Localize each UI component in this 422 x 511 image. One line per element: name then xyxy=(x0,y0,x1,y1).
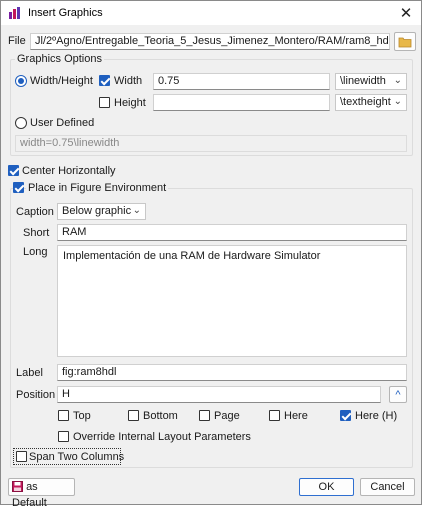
window-title: Insert Graphics xyxy=(28,7,103,19)
bottom-checkbox[interactable] xyxy=(128,410,139,421)
center-horizontally-checkbox[interactable] xyxy=(8,165,19,176)
page-label: Page xyxy=(214,410,240,422)
folder-icon xyxy=(398,37,412,48)
height-checkbox[interactable] xyxy=(99,97,110,108)
width-input[interactable]: 0.75 xyxy=(153,73,330,90)
span-two-columns-checkbox[interactable] xyxy=(16,451,27,462)
here-h-label: Here (H) xyxy=(355,410,398,422)
height-label: Height xyxy=(114,97,146,109)
short-label: Short xyxy=(23,227,50,239)
ok-label: OK xyxy=(318,481,335,493)
chevron-down-icon: ⌄ xyxy=(393,75,402,86)
close-button[interactable]: ✕ xyxy=(391,1,421,25)
height-input[interactable] xyxy=(153,94,330,111)
app-icon xyxy=(8,6,22,20)
height-unit-select[interactable]: \textheight ⌄ xyxy=(335,94,407,111)
chevron-down-icon: ⌄ xyxy=(132,205,141,216)
width-unit-value: \linewidth xyxy=(340,75,386,87)
width-height-label: Width/Height xyxy=(30,75,93,87)
top-checkbox[interactable] xyxy=(58,410,69,421)
width-label: Width xyxy=(114,75,143,87)
chevron-down-icon: ⌄ xyxy=(393,96,402,107)
browse-button[interactable] xyxy=(394,32,416,51)
span-two-columns-label: Span Two Columns xyxy=(29,451,125,463)
bottom-label: Bottom xyxy=(143,410,178,422)
cancel-label: Cancel xyxy=(370,481,405,493)
file-path-input[interactable]: Jl/2ºAgno/Entregable_Teoria_5_Jesus_Jime… xyxy=(30,33,390,50)
center-horizontally-label: Center Horizontally xyxy=(22,165,116,177)
caption-position-value: Below graphic xyxy=(62,205,132,217)
title-bar: Insert Graphics ✕ xyxy=(1,1,421,25)
top-label: Top xyxy=(73,410,91,422)
override-layout-label: Override Internal Layout Parameters xyxy=(73,431,251,443)
ok-button[interactable]: OK xyxy=(299,478,354,496)
height-unit-value: \textheight xyxy=(340,96,391,108)
override-layout-checkbox[interactable] xyxy=(58,431,69,442)
floppy-disk-icon xyxy=(12,481,23,492)
figure-environment-legend: Place in Figure Environment xyxy=(26,182,169,194)
short-caption-input[interactable]: RAM xyxy=(57,224,407,241)
label-label: Label xyxy=(16,367,43,379)
width-checkbox[interactable] xyxy=(99,75,110,86)
chevron-up-icon: ^ xyxy=(395,389,401,401)
page-checkbox[interactable] xyxy=(199,410,210,421)
close-icon: ✕ xyxy=(399,5,413,22)
user-defined-radio[interactable] xyxy=(15,117,27,129)
save-as-default-button[interactable]: as Default xyxy=(8,478,75,509)
caption-label: Caption xyxy=(16,206,54,218)
position-input[interactable]: H xyxy=(57,386,381,403)
insert-graphics-dialog: Insert Graphics ✕ File Jl/2ºAgno/Entrega… xyxy=(0,0,422,509)
caption-position-select[interactable]: Below graphic ⌄ xyxy=(57,203,146,220)
cancel-button[interactable]: Cancel xyxy=(360,478,415,496)
graphics-options-legend: Graphics Options xyxy=(15,53,104,65)
width-height-radio[interactable] xyxy=(15,75,27,87)
user-defined-input[interactable]: width=0.75\linewidth xyxy=(15,135,407,152)
position-label: Position xyxy=(16,389,56,401)
here-h-checkbox[interactable] xyxy=(340,410,351,421)
position-expand-button[interactable]: ^ xyxy=(389,386,407,403)
long-caption-textarea[interactable]: Implementación de una RAM de Hardware Si… xyxy=(57,245,407,357)
file-label: File xyxy=(8,35,26,47)
label-input[interactable]: fig:ram8hdl xyxy=(57,364,407,381)
here-checkbox[interactable] xyxy=(269,410,280,421)
long-label: Long xyxy=(23,246,48,258)
width-unit-select[interactable]: \linewidth ⌄ xyxy=(335,73,407,90)
user-defined-label: User Defined xyxy=(30,117,95,129)
here-label: Here xyxy=(284,410,308,422)
figure-environment-checkbox[interactable] xyxy=(13,182,24,193)
